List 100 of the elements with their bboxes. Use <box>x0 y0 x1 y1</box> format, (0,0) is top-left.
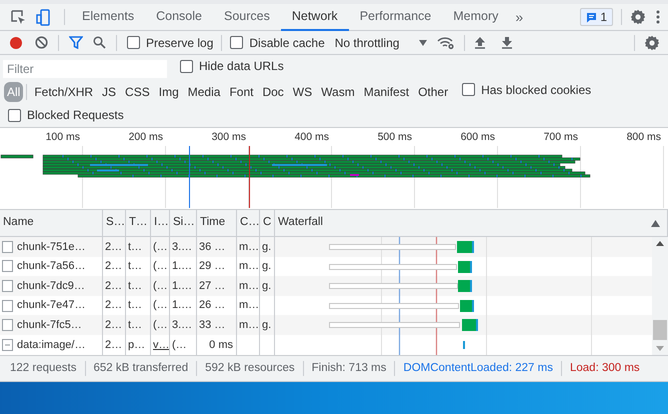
column-header[interactable]: S… <box>106 214 126 232</box>
panel-tab[interactable]: Memory <box>442 4 510 30</box>
type-filter[interactable]: Other <box>415 82 452 102</box>
table-cell-text: t… <box>128 318 142 333</box>
table-cell-text: 1.… <box>172 298 192 314</box>
table-cell-text: 3.… <box>172 318 192 333</box>
table-cell-text: chunk-7fc5… <box>17 318 82 333</box>
table-cell-text: data:image/… <box>17 338 86 353</box>
filter-field[interactable]: Filter <box>3 60 167 78</box>
search-icon[interactable] <box>93 36 106 49</box>
status-text: Finish: 713 ms <box>312 360 386 376</box>
panel-tab[interactable]: Performance <box>348 4 442 30</box>
type-filter[interactable]: Media <box>184 82 224 102</box>
table-cell-text: t… <box>128 278 142 294</box>
table-cell-text: chunk-751e… <box>17 240 86 255</box>
table-cell-text: 3.… <box>172 240 192 255</box>
column-header[interactable]: T… <box>129 214 148 232</box>
time-tick-label: 700 ms <box>544 130 578 146</box>
scrollbar-thumb[interactable] <box>653 320 667 340</box>
table-cell-text: (… <box>172 338 187 353</box>
issues-badge[interactable]: 1 <box>580 8 613 26</box>
throttling-dropdown[interactable]: No throttling <box>334 34 428 52</box>
table-cell-text: g. <box>262 240 272 255</box>
type-filter[interactable]: Manifest <box>360 82 412 102</box>
table-cell-text: 2… <box>105 259 122 274</box>
type-filter[interactable]: Wasm <box>318 82 358 102</box>
time-tick-label: 500 ms <box>378 130 412 146</box>
column-header[interactable]: Waterfall <box>278 214 323 232</box>
device-toolbar-icon[interactable] <box>36 8 50 26</box>
checkbox[interactable] <box>230 36 244 49</box>
message-icon <box>586 12 598 22</box>
checkbox[interactable] <box>8 108 21 122</box>
type-filter[interactable]: Doc <box>259 82 287 102</box>
table-cell-text: 2… <box>105 240 122 255</box>
download-icon[interactable] <box>501 36 514 49</box>
panel-tab[interactable]: Console <box>145 4 213 30</box>
record-button[interactable] <box>9 36 23 50</box>
table-cell-text: 2… <box>105 298 122 314</box>
table-cell-text: 29 … <box>199 259 226 274</box>
table-cell-text: m… <box>239 259 259 274</box>
status-text: 592 kB resources <box>205 360 295 376</box>
type-filter[interactable]: Img <box>156 82 182 102</box>
clear-icon[interactable] <box>35 36 48 49</box>
filter-icon[interactable] <box>69 36 83 49</box>
checkbox[interactable] <box>180 60 193 72</box>
sort-ascending-icon[interactable] <box>651 220 660 226</box>
checkbox[interactable] <box>127 36 140 49</box>
table-cell-text: m… <box>239 318 259 333</box>
table-cell-text: g. <box>262 278 272 294</box>
time-tick-label: 600 ms <box>460 130 495 146</box>
scroll-up-icon[interactable] <box>656 241 664 246</box>
table-cell-text: t… <box>128 240 142 255</box>
table-cell-text: 36 … <box>199 240 226 255</box>
status-text: 122 requests <box>10 360 76 376</box>
table-cell-text: 2… <box>105 338 122 353</box>
column-header[interactable]: C <box>263 214 272 232</box>
table-cell-text: chunk-7dc9… <box>17 278 85 294</box>
column-header[interactable]: C… <box>240 214 260 232</box>
status-text: 652 kB transferred <box>94 360 188 376</box>
table-cell-text: (… <box>153 240 168 255</box>
type-filter[interactable]: Font <box>226 82 256 102</box>
time-tick-label: 800 ms <box>626 130 661 146</box>
checkbox-label: Blocked Requests <box>27 107 124 124</box>
scrollbar[interactable] <box>652 237 668 355</box>
table-cell-text: 27 … <box>199 278 226 294</box>
type-filter[interactable]: CSS <box>122 82 153 102</box>
inspect-icon[interactable] <box>10 9 26 25</box>
table-cell-text: t… <box>128 298 142 314</box>
table-cell-text: chunk-7a56… <box>17 259 86 274</box>
type-filter[interactable]: Fetch/XHR <box>31 82 96 102</box>
table-cell-text: m… <box>239 240 259 255</box>
column-header[interactable]: Si… <box>173 214 195 232</box>
type-filter[interactable]: JS <box>99 82 120 102</box>
checkbox-label: Disable cache <box>249 34 325 52</box>
column-header[interactable]: Time <box>200 214 226 232</box>
more-tabs-button[interactable]: » <box>509 6 530 28</box>
settings-icon[interactable] <box>630 9 646 25</box>
table-cell-text: g. <box>262 318 272 333</box>
column-header[interactable]: Name <box>3 214 34 232</box>
checkbox-label: Hide data URLs <box>199 58 284 75</box>
table-cell-text: m… <box>239 278 259 294</box>
table-cell-text: 2… <box>105 278 122 294</box>
table-cell-text: (… <box>153 259 168 274</box>
type-filter[interactable]: WS <box>290 82 316 102</box>
table-cell-text: t… <box>128 259 142 274</box>
network-conditions-icon[interactable] <box>437 36 456 50</box>
checkbox[interactable] <box>462 83 476 96</box>
initiator-link[interactable]: v… <box>153 336 169 354</box>
table-cell-text: g. <box>262 259 272 274</box>
panel-tab[interactable]: Sources <box>212 4 281 30</box>
upload-icon[interactable] <box>474 36 486 49</box>
time-tick-label: 400 ms <box>294 130 329 146</box>
table-cell-text: p… <box>128 338 146 353</box>
status-text: DOMContentLoaded: 227 ms <box>403 360 553 376</box>
column-header[interactable]: I… <box>154 214 169 232</box>
table-cell-text: 0 ms <box>209 338 234 353</box>
settings-icon[interactable] <box>644 34 660 50</box>
table-cell-text: (… <box>153 298 168 314</box>
panel-tab[interactable]: Elements <box>71 4 146 30</box>
more-options-icon[interactable] <box>656 10 660 24</box>
